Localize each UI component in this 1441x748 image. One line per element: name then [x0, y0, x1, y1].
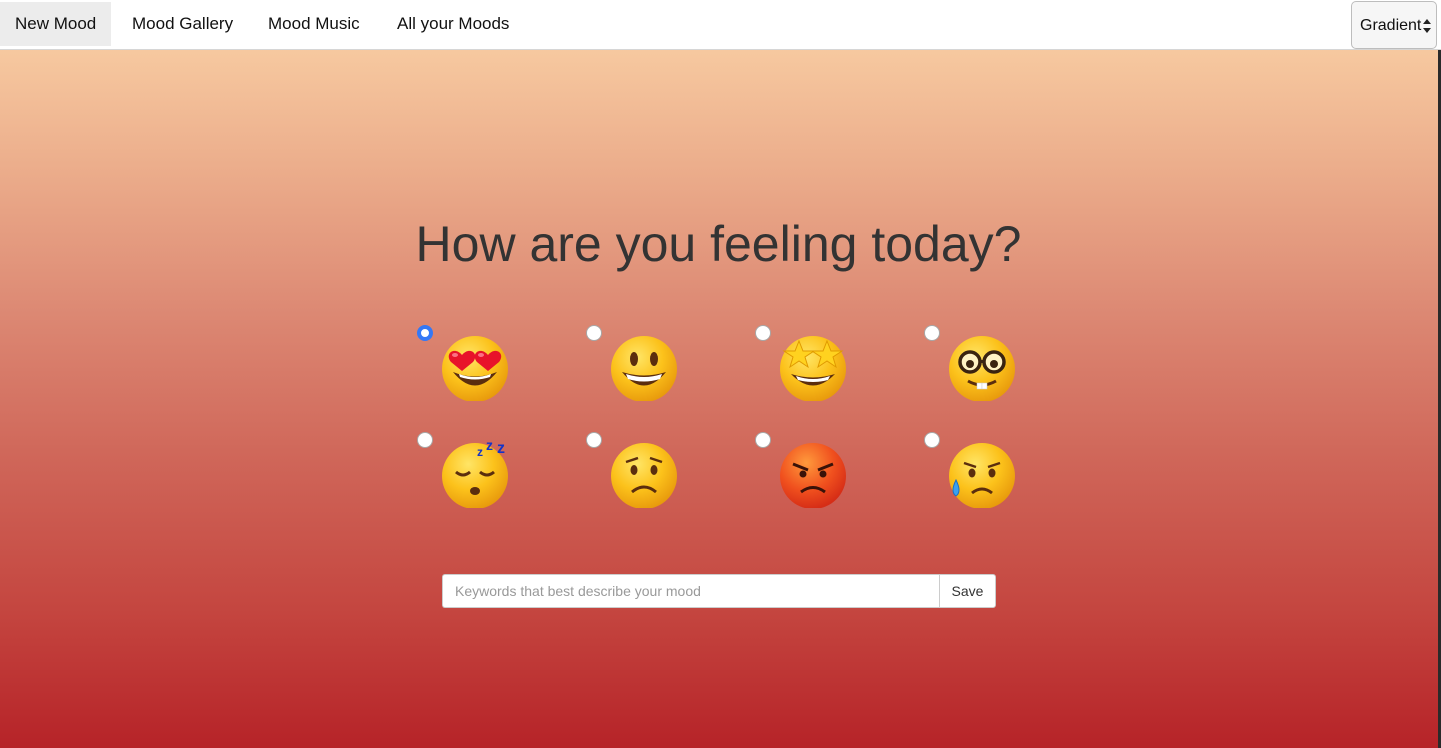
- mood-radio[interactable]: [417, 432, 433, 448]
- mood-option-nerd[interactable]: [924, 325, 1034, 425]
- mood-radio[interactable]: [417, 325, 433, 341]
- theme-select-value: Gradient: [1360, 17, 1422, 34]
- sad-sweat-face-icon: [949, 443, 1015, 508]
- mood-option-star-struck[interactable]: [755, 325, 865, 425]
- nav-mood-gallery[interactable]: Mood Gallery: [132, 2, 233, 46]
- grinning-face-icon: [611, 336, 677, 401]
- page-title: How are you feeling today?: [415, 216, 1022, 272]
- worried-face-icon: [611, 443, 677, 508]
- theme-select[interactable]: Gradient: [1351, 1, 1437, 49]
- nav-new-mood[interactable]: New Mood: [0, 2, 112, 46]
- mood-option-heart-eyes[interactable]: [417, 325, 527, 425]
- mood-page: New Mood Mood Gallery Mood Music All you…: [0, 0, 1441, 748]
- mood-option-sleeping[interactable]: z z z: [417, 432, 527, 532]
- mood-keywords-group: Save: [442, 574, 996, 608]
- mood-radio[interactable]: [755, 325, 771, 341]
- mood-keywords-input[interactable]: [442, 574, 940, 608]
- mood-radio[interactable]: [924, 325, 940, 341]
- svg-text:z: z: [486, 437, 493, 453]
- svg-text:z: z: [477, 445, 483, 459]
- nav-all-your-moods[interactable]: All your Moods: [397, 2, 509, 46]
- mood-option-grinning[interactable]: [586, 325, 696, 425]
- heart-eyes-face-icon: [442, 336, 508, 401]
- angry-face-icon: [780, 443, 846, 508]
- star-struck-face-icon: [780, 336, 846, 401]
- sleeping-face-icon: z z z: [442, 437, 508, 508]
- mood-radio[interactable]: [755, 432, 771, 448]
- mood-option-sad-sweat[interactable]: [924, 432, 1034, 532]
- mood-radio[interactable]: [924, 432, 940, 448]
- mood-radio[interactable]: [586, 325, 602, 341]
- top-navbar: New Mood Mood Gallery Mood Music All you…: [0, 0, 1441, 50]
- svg-text:z: z: [497, 440, 505, 457]
- save-button[interactable]: Save: [939, 574, 996, 608]
- mood-option-worried[interactable]: [586, 432, 696, 532]
- mood-option-angry[interactable]: [755, 432, 865, 532]
- nav-mood-music[interactable]: Mood Music: [268, 2, 360, 46]
- mood-radio[interactable]: [586, 432, 602, 448]
- select-arrows-icon: [1423, 19, 1431, 33]
- nerd-face-icon: [949, 336, 1015, 401]
